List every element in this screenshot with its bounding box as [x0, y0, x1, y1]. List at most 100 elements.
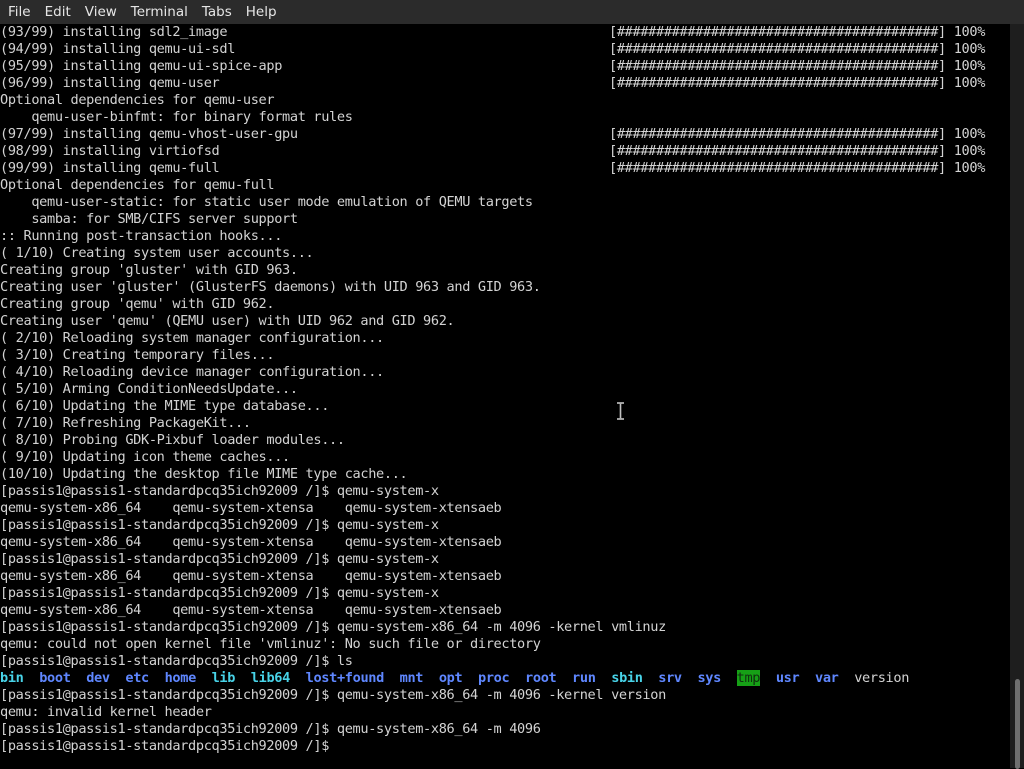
line-text: ( 2/10) Reloading system manager configu… — [0, 330, 384, 346]
terminal-line: qemu-system-x86_64 qemu-system-xtensa qe… — [0, 568, 1010, 585]
terminal-scrollbar[interactable] — [1010, 24, 1024, 769]
ls-gap — [799, 670, 815, 686]
line-text: ( 9/10) Updating icon theme caches... — [0, 449, 290, 465]
ls-gap — [290, 670, 306, 686]
terminal-line: (94/99) installing qemu-ui-sdl [#########… — [0, 41, 1010, 58]
terminal-line: ( 5/10) Arming ConditionNeedsUpdate... — [0, 381, 1010, 398]
line-text: :: Running post-transaction hooks... — [0, 228, 283, 244]
menu-bar: File Edit View Terminal Tabs Help — [0, 0, 1024, 24]
line-text: ( 6/10) Updating the MIME type database.… — [0, 398, 330, 414]
line-text: qemu-user-binfmt: for binary format rule… — [0, 109, 353, 125]
terminal-line: [passis1@passis1-standardpcq35ich92009 /… — [0, 619, 1010, 636]
ls-entry-exe: bin — [0, 670, 24, 686]
ls-entry-dir: srv — [658, 670, 682, 686]
ls-entry-dir: var — [815, 670, 839, 686]
line-text: ( 5/10) Arming ConditionNeedsUpdate... — [0, 381, 298, 397]
ls-gap — [423, 670, 439, 686]
line-text: [passis1@passis1-standardpcq35ich92009 /… — [0, 721, 541, 737]
terminal-line: qemu-user-static: for static user mode e… — [0, 194, 1010, 211]
ls-gap — [643, 670, 659, 686]
menu-help[interactable]: Help — [239, 0, 284, 24]
menu-edit[interactable]: Edit — [38, 0, 78, 24]
ls-entry-dir: sys — [697, 670, 721, 686]
menu-file[interactable]: File — [1, 0, 38, 24]
ls-entry-dir: etc — [125, 670, 149, 686]
terminal-output[interactable]: (93/99) installing sdl2_image [##########… — [0, 24, 1010, 768]
terminal-line: Creating user 'qemu' (QEMU user) with UI… — [0, 313, 1010, 330]
line-text: Creating group 'qemu' with GID 962. — [0, 296, 275, 312]
ls-gap — [462, 670, 478, 686]
terminal-line: qemu: could not open kernel file 'vmlinu… — [0, 636, 1010, 653]
terminal-line: ( 7/10) Refreshing PackageKit... — [0, 415, 1010, 432]
line-text: (98/99) installing virtiofsd — [0, 143, 220, 159]
progress-bar-text: [#######################################… — [609, 24, 986, 40]
terminal-line: [passis1@passis1-standardpcq35ich92009 /… — [0, 585, 1010, 602]
line-text: Optional dependencies for qemu-user — [0, 92, 275, 108]
menu-view[interactable]: View — [78, 0, 124, 24]
ls-gap — [721, 670, 737, 686]
ls-entry-dir: opt — [438, 670, 463, 686]
terminal-line: Creating group 'qemu' with GID 962. — [0, 296, 1010, 313]
terminal-line: qemu-system-x86_64 qemu-system-xtensa qe… — [0, 602, 1010, 619]
terminal-line: [passis1@passis1-standardpcq35ich92009 /… — [0, 687, 1010, 704]
ls-entry-exe: lib64 — [250, 670, 291, 686]
ls-entry-dir: root — [525, 670, 557, 686]
terminal-line: [passis1@passis1-standardpcq35ich92009 /… — [0, 721, 1010, 738]
line-text: (94/99) installing qemu-ui-sdl — [0, 41, 236, 57]
line-text: qemu-system-x86_64 qemu-system-xtensa qe… — [0, 534, 502, 550]
terminal-line: ( 8/10) Probing GDK-Pixbuf loader module… — [0, 432, 1010, 449]
line-text: [passis1@passis1-standardpcq35ich92009 /… — [0, 653, 353, 669]
menu-tabs[interactable]: Tabs — [195, 0, 239, 24]
terminal-line: ( 6/10) Updating the MIME type database.… — [0, 398, 1010, 415]
terminal-line: (98/99) installing virtiofsd [###########… — [0, 143, 1010, 160]
terminal-line: qemu: invalid kernel header — [0, 704, 1010, 721]
ls-entry-dir: proc — [478, 670, 510, 686]
terminal-line: (95/99) installing qemu-ui-spice-app [###… — [0, 58, 1010, 75]
terminal-line: qemu-system-x86_64 qemu-system-xtensa qe… — [0, 534, 1010, 551]
terminal-line: samba: for SMB/CIFS server support — [0, 211, 1010, 228]
line-text: [passis1@passis1-standardpcq35ich92009 /… — [0, 517, 439, 533]
menu-terminal[interactable]: Terminal — [124, 0, 195, 24]
ls-gap — [149, 670, 165, 686]
line-text: (95/99) installing qemu-ui-spice-app — [0, 58, 283, 74]
line-text: qemu: could not open kernel file 'vmlinu… — [0, 636, 541, 652]
terminal-line: :: Running post-transaction hooks... — [0, 228, 1010, 245]
scrollbar-thumb[interactable] — [1015, 679, 1020, 769]
ls-entry-dir: dev — [86, 670, 110, 686]
ls-entry-dir: run — [572, 670, 596, 686]
ls-gap — [71, 670, 87, 686]
terminal-line: qemu-system-x86_64 qemu-system-xtensa qe… — [0, 500, 1010, 517]
line-text: Optional dependencies for qemu-full — [0, 177, 275, 193]
ls-output-line: bin boot dev etc home lib lib64 lost+fou… — [0, 670, 1010, 687]
line-text: qemu-system-x86_64 qemu-system-xtensa qe… — [0, 602, 502, 618]
terminal-line: ( 1/10) Creating system user accounts... — [0, 245, 1010, 262]
terminal-line: qemu-user-binfmt: for binary format rule… — [0, 109, 1010, 126]
ls-gap — [196, 670, 212, 686]
terminal-line: Creating group 'gluster' with GID 963. — [0, 262, 1010, 279]
terminal-line: Optional dependencies for qemu-full — [0, 177, 1010, 194]
terminal-line: (93/99) installing sdl2_image [##########… — [0, 24, 1010, 41]
line-text: [passis1@passis1-standardpcq35ich92009 /… — [0, 619, 666, 635]
ls-gap — [839, 670, 855, 686]
terminal-line: ( 3/10) Creating temporary files... — [0, 347, 1010, 364]
terminal-line: (10/10) Updating the desktop file MIME t… — [0, 466, 1010, 483]
line-text: [passis1@passis1-standardpcq35ich92009 /… — [0, 738, 337, 754]
ls-gap — [384, 670, 400, 686]
ls-entry-dir: lost+found — [305, 670, 385, 686]
terminal-line: Optional dependencies for qemu-user — [0, 92, 1010, 109]
terminal-line: [passis1@passis1-standardpcq35ich92009 /… — [0, 551, 1010, 568]
line-text: qemu: invalid kernel header — [0, 704, 212, 720]
progress-bar-text: [#######################################… — [609, 160, 986, 176]
terminal-line: [passis1@passis1-standardpcq35ich92009 /… — [0, 738, 1010, 755]
line-text: ( 4/10) Reloading device manager configu… — [0, 364, 384, 380]
ls-gap — [235, 670, 251, 686]
line-text: ( 8/10) Probing GDK-Pixbuf loader module… — [0, 432, 345, 448]
line-text: samba: for SMB/CIFS server support — [0, 211, 298, 227]
ls-gap — [760, 670, 776, 686]
line-text: qemu-system-x86_64 qemu-system-xtensa qe… — [0, 500, 502, 516]
terminal-line: ( 9/10) Updating icon theme caches... — [0, 449, 1010, 466]
ls-gap — [24, 670, 40, 686]
progress-bar-text: [#######################################… — [609, 58, 986, 74]
terminal-line: ( 4/10) Reloading device manager configu… — [0, 364, 1010, 381]
line-text: [passis1@passis1-standardpcq35ich92009 /… — [0, 551, 439, 567]
